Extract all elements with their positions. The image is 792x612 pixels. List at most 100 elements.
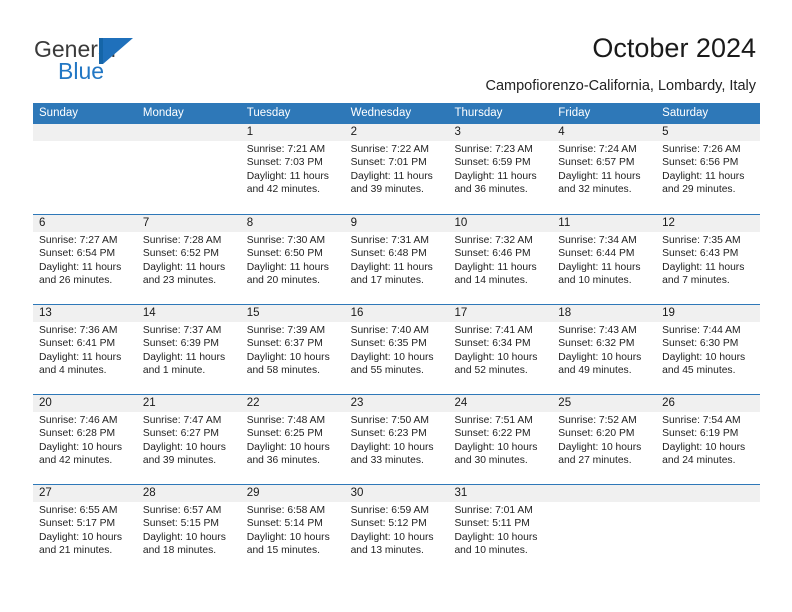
calendar-day-cell[interactable]: 3 Sunrise: 7:23 AM Sunset: 6:59 PM Daylight…: [448, 124, 552, 212]
daylight-text: Daylight: 11 hours and 20 minutes.: [246, 261, 329, 287]
calendar-day-cell[interactable]: 15 Sunrise: 7:39 AM Sunset: 6:37 PM Dayligh…: [241, 305, 345, 393]
day-details: Sunrise: 7:41 AM Sunset: 6:34 PM Daylight:…: [454, 324, 549, 378]
day-number: 28: [142, 487, 156, 499]
sunrise-text: Sunrise: 7:51 AM: [454, 415, 533, 426]
calendar-day-cell[interactable]: 31 Sunrise: 7:01 AM Sunset: 5:11 PM Dayligh…: [448, 485, 552, 573]
day-of-week-saturday: Saturday: [662, 107, 709, 119]
day-details: Sunrise: 7:46 AM Sunset: 6:28 PM Daylight:…: [39, 414, 134, 468]
day-details: Sunrise: 7:35 AM Sunset: 6:43 PM Daylight:…: [662, 234, 757, 288]
calendar-day-cell[interactable]: 26 Sunrise: 7:54 AM Sunset: 6:19 PM Dayligh…: [656, 395, 760, 483]
day-of-week-friday: Friday: [558, 107, 591, 119]
sunset-text: Sunset: 5:17 PM: [39, 518, 116, 530]
sunset-text: Sunset: 6:52 PM: [142, 248, 219, 260]
daylight-text: Daylight: 11 hours and 32 minutes.: [558, 170, 641, 196]
daylight-text: Daylight: 11 hours and 4 minutes.: [39, 351, 122, 377]
day-of-week-header-row: Sunday Monday Tuesday Wednesday Thursday…: [33, 103, 760, 124]
day-details: Sunrise: 6:55 AM Sunset: 5:17 PM Daylight:…: [39, 504, 134, 558]
calendar-day-cell[interactable]: 22 Sunrise: 7:48 AM Sunset: 6:25 PM Dayligh…: [241, 395, 345, 483]
day-number: 24: [454, 397, 468, 409]
calendar-day-cell[interactable]: 27 Sunrise: 6:55 AM Sunset: 5:17 PM Dayligh…: [33, 485, 137, 573]
sunrise-text: Sunrise: 7:40 AM: [350, 325, 429, 336]
sunrise-text: Sunrise: 6:58 AM: [246, 505, 326, 516]
day-details: Sunrise: 7:37 AM Sunset: 6:39 PM Daylight:…: [143, 324, 238, 378]
day-details: Sunrise: 7:30 AM Sunset: 6:50 PM Daylight:…: [247, 234, 342, 288]
sunset-text: Sunset: 6:59 PM: [454, 157, 531, 169]
sunrise-text: Sunrise: 7:43 AM: [558, 325, 637, 336]
calendar-day-cell[interactable]: 21 Sunrise: 7:47 AM Sunset: 6:27 PM Dayligh…: [137, 395, 241, 483]
calendar-day-cell[interactable]: 9 Sunrise: 7:31 AM Sunset: 6:48 PM Daylight…: [345, 215, 449, 303]
page-title: October 2024: [592, 33, 756, 63]
sunset-text: Sunset: 6:50 PM: [246, 248, 323, 260]
calendar-day-cell[interactable]: 17 Sunrise: 7:41 AM Sunset: 6:34 PM Dayligh…: [448, 305, 552, 393]
day-details: Sunrise: 7:01 AM Sunset: 5:11 PM Daylight:…: [454, 504, 549, 558]
sunrise-text: Sunrise: 6:59 AM: [350, 505, 429, 516]
daylight-text: Daylight: 11 hours and 7 minutes.: [662, 261, 745, 287]
calendar-day-cell[interactable]: 7 Sunrise: 7:28 AM Sunset: 6:52 PM Daylight…: [137, 215, 241, 303]
daylight-text: Daylight: 10 hours and 27 minutes.: [558, 441, 642, 467]
day-details: Sunrise: 7:36 AM Sunset: 6:41 PM Daylight:…: [39, 324, 134, 378]
day-number: 8: [246, 217, 254, 229]
day-of-week-thursday: Thursday: [454, 107, 503, 119]
calendar-day-cell[interactable]: 4 Sunrise: 7:24 AM Sunset: 6:57 PM Daylight…: [552, 124, 656, 212]
calendar-day-cell[interactable]: 28 Sunrise: 6:57 AM Sunset: 5:15 PM Dayligh…: [137, 485, 241, 573]
calendar-day-cell[interactable]: 20 Sunrise: 7:46 AM Sunset: 6:28 PM Dayligh…: [33, 395, 137, 483]
calendar-day-cell[interactable]: 30 Sunrise: 6:59 AM Sunset: 5:12 PM Dayligh…: [345, 485, 449, 573]
day-details: Sunrise: 7:47 AM Sunset: 6:27 PM Daylight:…: [143, 414, 238, 468]
day-details: Sunrise: 7:54 AM Sunset: 6:19 PM Daylight:…: [662, 414, 757, 468]
sunrise-text: Sunrise: 7:22 AM: [350, 144, 429, 155]
calendar-day-cell[interactable]: 1 Sunrise: 7:21 AM Sunset: 7:03 PM Daylight…: [241, 124, 345, 212]
day-number: 11: [558, 217, 571, 229]
daylight-text: Daylight: 11 hours and 39 minutes.: [350, 170, 433, 196]
sunset-text: Sunset: 6:39 PM: [142, 338, 219, 350]
calendar-day-cell[interactable]: 11 Sunrise: 7:34 AM Sunset: 6:44 PM Dayligh…: [552, 215, 656, 303]
calendar-week-row: 13 Sunrise: 7:36 AM Sunset: 6:41 PM Dayligh…: [33, 304, 760, 394]
daylight-text: Daylight: 10 hours and 45 minutes.: [662, 351, 746, 377]
calendar-weeks: 1 Sunrise: 7:21 AM Sunset: 7:03 PM Daylight…: [33, 124, 760, 574]
sunset-text: Sunset: 6:19 PM: [662, 428, 739, 440]
calendar-day-cell[interactable]: 16 Sunrise: 7:40 AM Sunset: 6:35 PM Dayligh…: [345, 305, 449, 393]
calendar-day-cell[interactable]: 10 Sunrise: 7:32 AM Sunset: 6:46 PM Dayligh…: [448, 215, 552, 303]
day-number: 5: [662, 126, 669, 138]
daylight-text: Daylight: 11 hours and 10 minutes.: [558, 261, 641, 287]
calendar-day-cell[interactable]: 29 Sunrise: 6:58 AM Sunset: 5:14 PM Dayligh…: [241, 485, 345, 573]
calendar-day-cell[interactable]: 13 Sunrise: 7:36 AM Sunset: 6:41 PM Dayligh…: [33, 305, 137, 393]
calendar-day-cell[interactable]: 24 Sunrise: 7:51 AM Sunset: 6:22 PM Dayligh…: [448, 395, 552, 483]
daylight-text: Daylight: 11 hours and 42 minutes.: [246, 170, 329, 196]
sunset-text: Sunset: 6:41 PM: [39, 338, 116, 350]
day-details: Sunrise: 7:39 AM Sunset: 6:37 PM Daylight:…: [247, 324, 342, 378]
day-number: 25: [558, 397, 572, 409]
sunrise-text: Sunrise: 7:32 AM: [454, 235, 533, 246]
day-number: 3: [454, 126, 461, 138]
sunset-text: Sunset: 6:30 PM: [662, 338, 739, 350]
calendar-day-cell[interactable]: 2 Sunrise: 7:22 AM Sunset: 7:01 PM Daylight…: [345, 124, 449, 212]
day-details: Sunrise: 7:50 AM Sunset: 6:23 PM Daylight:…: [351, 414, 446, 468]
sunrise-text: Sunrise: 7:36 AM: [39, 325, 118, 336]
calendar-day-cell[interactable]: 8 Sunrise: 7:30 AM Sunset: 6:50 PM Daylight…: [241, 215, 345, 303]
day-number: 12: [662, 217, 675, 229]
daylight-text: Daylight: 10 hours and 10 minutes.: [454, 531, 538, 557]
calendar-day-cell[interactable]: 19 Sunrise: 7:44 AM Sunset: 6:30 PM Dayligh…: [656, 305, 760, 393]
daylight-text: Daylight: 11 hours and 26 minutes.: [39, 261, 122, 287]
calendar-day-cell[interactable]: 12 Sunrise: 7:35 AM Sunset: 6:43 PM Dayligh…: [656, 215, 760, 303]
calendar-day-cell[interactable]: 6 Sunrise: 7:27 AM Sunset: 6:54 PM Daylight…: [33, 215, 137, 303]
day-of-week-tuesday: Tuesday: [246, 107, 291, 119]
day-of-week-wednesday: Wednesday: [350, 107, 412, 119]
sunset-text: Sunset: 7:03 PM: [246, 157, 323, 169]
sunrise-text: Sunrise: 7:26 AM: [662, 144, 741, 155]
daylight-text: Daylight: 10 hours and 15 minutes.: [246, 531, 330, 557]
calendar-page: General Blue October 2024 Campofiorenzo-…: [0, 0, 792, 612]
page-header: General Blue October 2024 Campofiorenzo-…: [0, 0, 792, 98]
day-number: 17: [454, 307, 468, 319]
calendar-day-cell[interactable]: 23 Sunrise: 7:50 AM Sunset: 6:23 PM Dayligh…: [345, 395, 449, 483]
logo-triangle-shape: [103, 38, 133, 64]
calendar-day-cell[interactable]: 25 Sunrise: 7:52 AM Sunset: 6:20 PM Dayligh…: [552, 395, 656, 483]
sunset-text: Sunset: 6:57 PM: [558, 157, 635, 169]
calendar-week-cells: 13 Sunrise: 7:36 AM Sunset: 6:41 PM Dayligh…: [33, 305, 760, 393]
triangle-flag-icon: [99, 38, 135, 64]
calendar-day-cell-empty: [33, 124, 137, 212]
calendar-day-cell[interactable]: 14 Sunrise: 7:37 AM Sunset: 6:39 PM Dayligh…: [137, 305, 241, 393]
sunrise-text: Sunrise: 7:50 AM: [350, 415, 429, 426]
calendar-day-cell[interactable]: 18 Sunrise: 7:43 AM Sunset: 6:32 PM Dayligh…: [552, 305, 656, 393]
daylight-text: Daylight: 11 hours and 36 minutes.: [454, 170, 537, 196]
calendar-day-cell[interactable]: 5 Sunrise: 7:26 AM Sunset: 6:56 PM Daylight…: [656, 124, 760, 212]
